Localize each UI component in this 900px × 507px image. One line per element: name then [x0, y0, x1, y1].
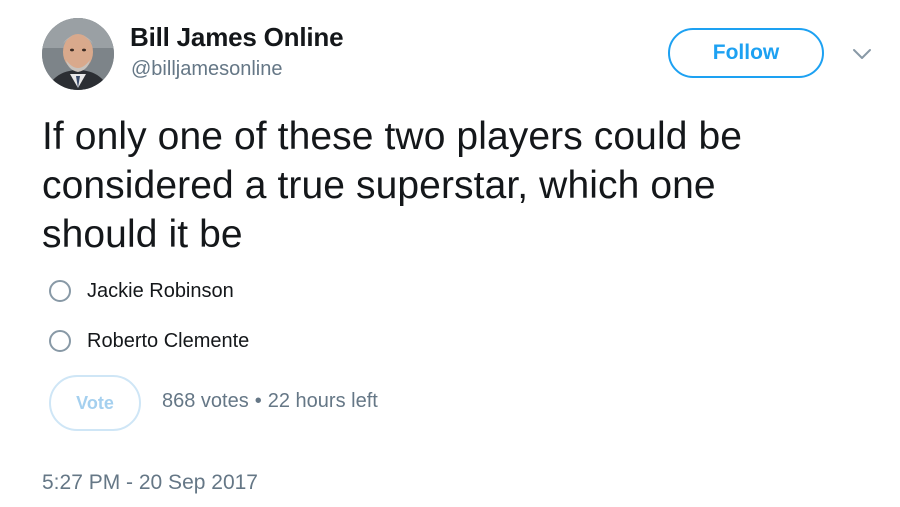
poll-option-label: Roberto Clemente	[87, 329, 250, 352]
tweet-timestamp[interactable]: 5:27 PM - 20 Sep 2017	[42, 471, 258, 495]
author-handle[interactable]: @billjamesonline	[131, 58, 282, 81]
tweet-card: Bill James Online @billjamesonline Follo…	[0, 0, 900, 507]
avatar[interactable]	[42, 18, 114, 90]
author-display-name[interactable]: Bill James Online	[130, 22, 344, 53]
avatar-image	[42, 18, 114, 90]
poll-option-roberto-clemente[interactable]: Roberto Clemente	[49, 327, 249, 355]
time-left: 22 hours left	[267, 390, 378, 412]
poll-option-label: Jackie Robinson	[87, 279, 234, 302]
poll-option-jackie-robinson[interactable]: Jackie Robinson	[49, 277, 234, 305]
tweet-text: If only one of these two players could b…	[42, 115, 743, 256]
separator-dot: •	[254, 390, 262, 412]
radio-button[interactable]	[49, 330, 71, 352]
radio-button[interactable]	[49, 280, 71, 302]
vote-count: 868 votes	[162, 390, 249, 412]
follow-button[interactable]: Follow	[668, 28, 824, 78]
poll-meta: 868 votes • 22 hours left	[162, 390, 378, 413]
chevron-down-icon[interactable]	[850, 44, 874, 64]
vote-button[interactable]: Vote	[49, 375, 141, 431]
